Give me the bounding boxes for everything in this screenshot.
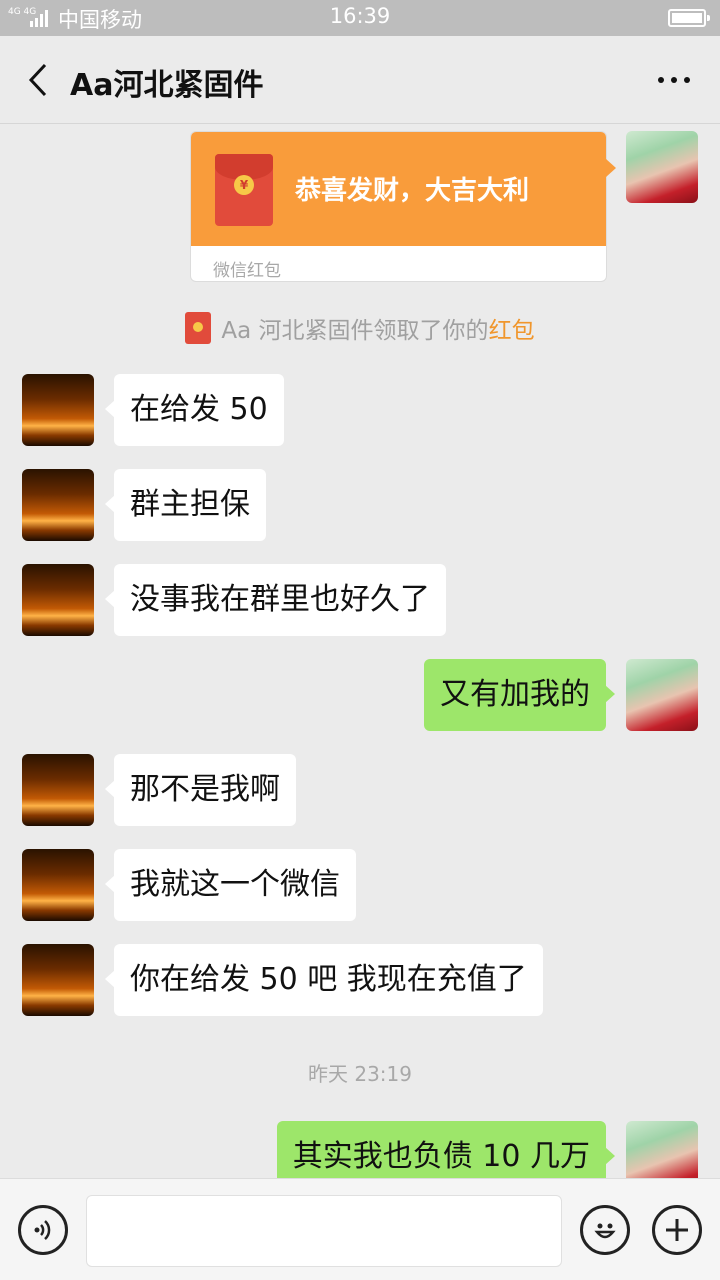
back-button[interactable]: [16, 58, 60, 102]
message-row: 群主担保: [0, 469, 720, 541]
incoming-message[interactable]: 我就这一个微信: [105, 849, 356, 921]
message-row: 在给发 50: [0, 374, 720, 446]
contact-avatar[interactable]: [22, 754, 94, 826]
red-packet-greeting: 恭喜发财，大吉大利: [295, 176, 530, 206]
incoming-message[interactable]: 群主担保: [105, 469, 266, 541]
message-input[interactable]: [86, 1195, 562, 1267]
message-row: 那不是我啊: [0, 754, 720, 826]
status-bar: 4G 4G 中国移动 16:39: [0, 0, 720, 36]
more-dots-icon: [658, 77, 664, 83]
battery-icon: [668, 9, 710, 27]
more-options-button[interactable]: [650, 62, 698, 98]
system-notice-text: Aa 河北紧固件领取了你的: [221, 318, 489, 344]
message-row: ¥ 恭喜发财，大吉大利 微信红包: [0, 125, 720, 285]
incoming-message[interactable]: 没事我在群里也好久了: [105, 564, 446, 636]
incoming-message[interactable]: 在给发 50: [105, 374, 284, 446]
chevron-left-icon: [28, 63, 47, 97]
input-bar: [0, 1178, 720, 1280]
red-packet-message[interactable]: ¥ 恭喜发财，大吉大利 微信红包: [190, 131, 607, 282]
voice-icon: [34, 1220, 51, 1240]
contact-avatar[interactable]: [22, 944, 94, 1016]
incoming-message[interactable]: 那不是我啊: [105, 754, 296, 826]
red-packet-link[interactable]: 红包: [489, 318, 535, 344]
emoji-button[interactable]: [580, 1205, 630, 1255]
contact-avatar[interactable]: [22, 469, 94, 541]
red-envelope-icon: [185, 312, 212, 344]
contact-avatar[interactable]: [22, 849, 94, 921]
message-row: 你在给发 50 吧 我现在充值了: [0, 944, 720, 1016]
emoji-icon: [594, 1223, 616, 1239]
chat-header: Aa河北紧固件: [0, 36, 720, 124]
message-row: 没事我在群里也好久了: [0, 564, 720, 636]
incoming-message[interactable]: 你在给发 50 吧 我现在充值了: [105, 944, 543, 1016]
contact-avatar[interactable]: [22, 374, 94, 446]
red-envelope-icon: ¥: [215, 154, 273, 226]
chat-title: Aa河北紧固件: [70, 68, 264, 103]
status-time: 16:39: [329, 4, 391, 28]
message-row: 我就这一个微信: [0, 849, 720, 921]
outgoing-message[interactable]: 又有加我的: [424, 659, 615, 731]
my-avatar[interactable]: [626, 131, 698, 203]
my-avatar[interactable]: [626, 659, 698, 731]
plus-icon: [666, 1219, 688, 1241]
contact-avatar[interactable]: [22, 564, 94, 636]
red-packet-label: 微信红包: [213, 261, 281, 281]
message-row: 其实我也负债 10 几万: [0, 1121, 720, 1178]
message-row: 又有加我的: [0, 659, 720, 731]
my-avatar[interactable]: [626, 1121, 698, 1178]
message-list[interactable]: ¥ 恭喜发财，大吉大利 微信红包 Aa 河北紧固件领取了你的红包 在给发 50 …: [0, 125, 720, 1178]
voice-button[interactable]: [18, 1205, 68, 1255]
outgoing-message[interactable]: 其实我也负债 10 几万: [276, 1121, 616, 1178]
system-notice: Aa 河北紧固件领取了你的红包: [0, 311, 720, 345]
plus-button[interactable]: [652, 1205, 702, 1255]
message-timestamp: 昨天 23:19: [308, 1062, 412, 1086]
